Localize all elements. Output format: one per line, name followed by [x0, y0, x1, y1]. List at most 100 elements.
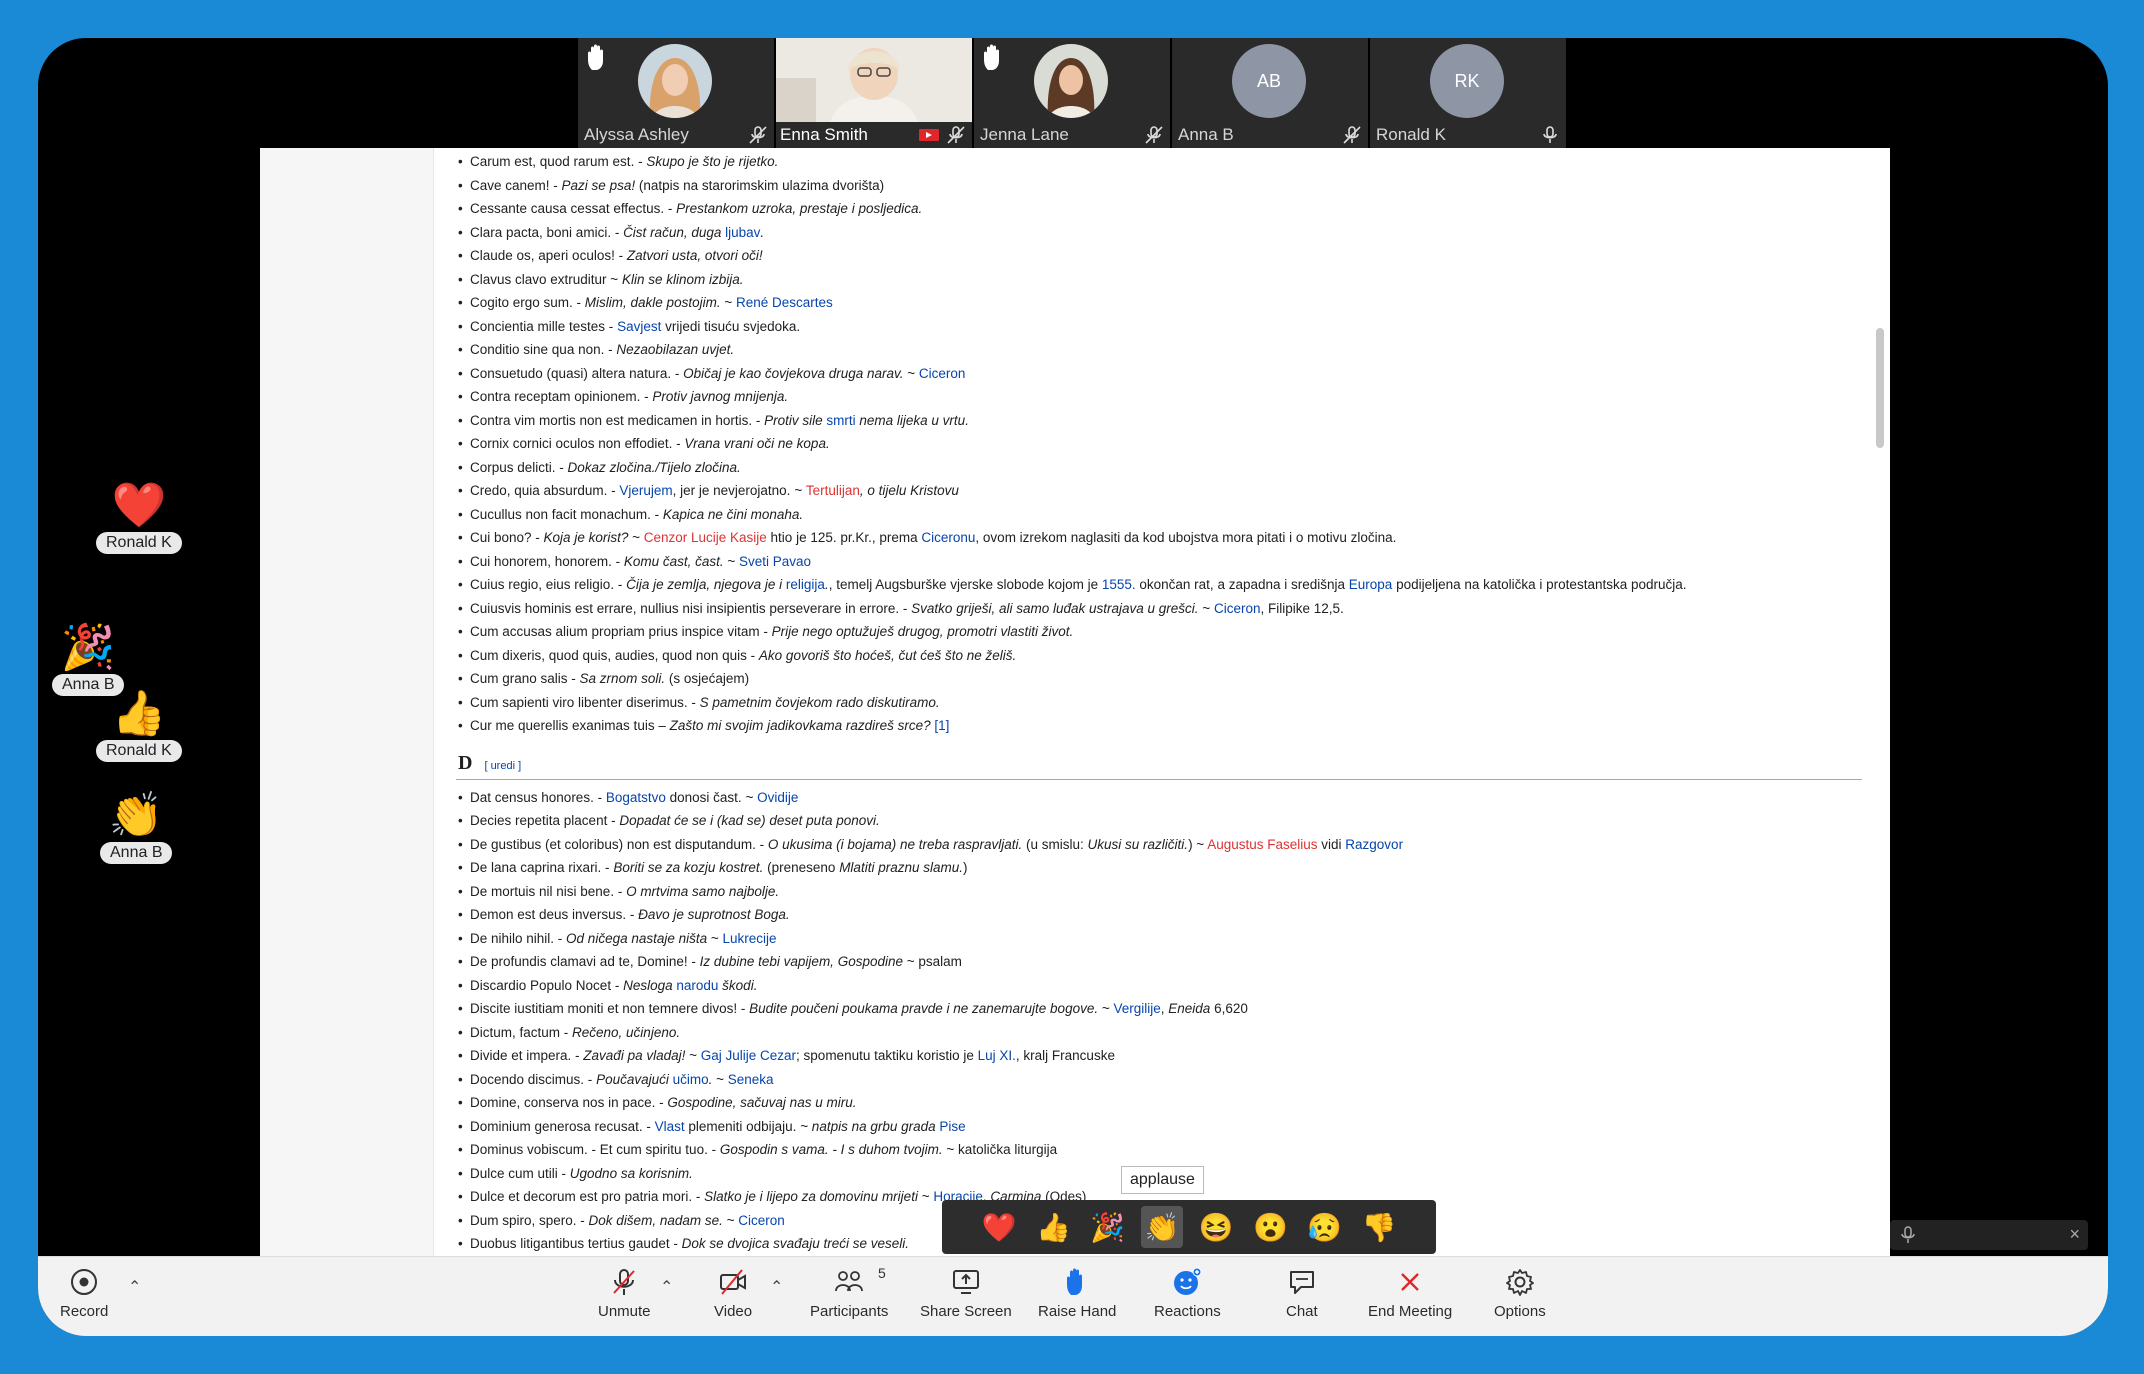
edit-link[interactable]: [ uredi ] [484, 760, 521, 772]
wiki-link[interactable]: Seneka [728, 1072, 774, 1087]
clapping-hands-icon[interactable]: 👏 [1140, 1206, 1183, 1248]
participant-tile-alyssa[interactable]: Alyssa Ashley [578, 38, 774, 148]
quote-item: Cum sapienti viro libenter diserimus. - … [456, 691, 1862, 715]
wiki-link[interactable]: Pise [939, 1119, 965, 1134]
wiki-link[interactable]: Gaj Julije Cezar [701, 1048, 796, 1063]
wiki-link[interactable]: Luj XI. [978, 1048, 1016, 1063]
wiki-link[interactable]: Ciceronu [921, 530, 975, 545]
wiki-redlink[interactable]: Augustus Faselius [1207, 837, 1317, 852]
quote-text: ~ [628, 530, 644, 545]
quote-text: ~ natpis na grbu grada [796, 1118, 940, 1134]
quote-text: ~ [1198, 600, 1214, 616]
participants-button[interactable]: Participants [810, 1267, 888, 1320]
wiki-redlink[interactable]: Cenzor Lucije Kasije [644, 530, 767, 545]
quote-text: ~ [917, 1189, 934, 1204]
wiki-link[interactable]: narodu [676, 978, 718, 993]
raised-hand-icon [984, 44, 999, 70]
wiki-link[interactable]: Razgovor [1345, 837, 1403, 852]
quote-text: vidi [1317, 836, 1346, 852]
quote-item: Carum est, quod rarum est. - Skupo je št… [456, 150, 1862, 174]
participant-tile-ronald[interactable]: RK Ronald K [1370, 38, 1566, 148]
share-screen-label: Share Screen [920, 1303, 1012, 1320]
chevron-up-icon[interactable]: ⌃ [128, 1277, 141, 1297]
quote-text: Dum spiro, spero. - [470, 1212, 589, 1228]
surprised-face-icon[interactable]: 😮 [1249, 1206, 1291, 1248]
quote-text: Cornix cornici oculos non effodiet. - [470, 436, 685, 451]
wiki-link[interactable]: Lukrecije [723, 931, 777, 946]
raise-hand-button[interactable]: Raise Hand [1038, 1267, 1116, 1320]
quote-text: Ako govoriš što hoćeš, čut ćeš što ne že… [758, 647, 1017, 663]
wiki-link[interactable]: Vlast [655, 1119, 685, 1134]
quote-item: Corpus delicti. - Dokaz zločina./Tijelo … [456, 456, 1862, 480]
wiki-link[interactable]: Bogatstvo [606, 790, 666, 805]
participant-tile-enna[interactable]: Enna Smith [776, 38, 972, 148]
wiki-link[interactable]: Vjerujem [619, 483, 672, 498]
quote-item: Clara pacta, boni amici. - Čist račun, d… [456, 221, 1862, 245]
quote-item: Cui honorem, honorem. - Komu čast, čast.… [456, 550, 1862, 574]
wiki-link[interactable]: [1] [931, 718, 949, 733]
wiki-link[interactable]: smrti [826, 413, 855, 428]
wiki-link[interactable]: René Descartes [736, 295, 833, 310]
wiki-link[interactable]: religija [786, 577, 825, 592]
laughing-face-icon[interactable]: 😆 [1195, 1206, 1237, 1248]
wiki-link[interactable]: Ovidije [757, 790, 798, 805]
quote-text: Cur me querellis exanimas tuis – [470, 718, 670, 733]
heart-icon[interactable]: ❤️ [978, 1206, 1020, 1248]
reactions-label: Reactions [1154, 1303, 1221, 1320]
chevron-up-icon[interactable]: ⌃ [660, 1277, 673, 1297]
record-button[interactable]: Record [60, 1267, 108, 1320]
quote-text: Zašto mi svojim jadikovkama razdireš src… [669, 718, 931, 733]
quote-item: Credo, quia absurdum. - Vjerujem, jer je… [456, 479, 1862, 503]
wiki-link[interactable]: Vergilije [1113, 1001, 1160, 1016]
quote-text: Eneida [1168, 1001, 1211, 1016]
party-popper-icon[interactable]: 🎉 [1087, 1206, 1129, 1248]
mic-icon[interactable] [1900, 1226, 1916, 1244]
quote-text: S pametnim čovjekom rado diskutiramo. [699, 694, 940, 710]
meeting-toolbar: Record ⌃ Unmute ⌃ Video ⌃ Participants 5… [38, 1256, 2108, 1336]
quote-text: Mislim, dakle postojim. [584, 295, 721, 310]
thumbs-down-icon[interactable]: 👎 [1358, 1206, 1400, 1248]
video-button[interactable]: Video [714, 1267, 752, 1320]
quote-item: Divide et impera. - Zavađi pa vladaj! ~ … [456, 1044, 1862, 1068]
wiki-link[interactable]: 1555. [1102, 577, 1136, 592]
participant-initials: AB [1232, 44, 1306, 118]
chat-button[interactable]: Chat [1286, 1267, 1318, 1320]
quote-text: Concientia mille testes - [470, 318, 618, 334]
wiki-link[interactable]: Savjest [617, 319, 661, 334]
scrollbar[interactable] [1876, 328, 1884, 448]
screen-share-icon [919, 129, 939, 141]
participant-tile-jenna[interactable]: Jenna Lane [974, 38, 1170, 148]
reactions-button[interactable]: Reactions [1154, 1267, 1221, 1320]
wiki-link[interactable]: Ciceron [738, 1213, 785, 1228]
wiki-link[interactable]: ljubav [725, 225, 760, 240]
quote-text: Gospodine, sačuvaj nas u miru. [667, 1095, 857, 1110]
close-icon[interactable]: × [2069, 1224, 2080, 1245]
quote-text: Divide et impera. - [470, 1048, 584, 1063]
quote-item: Decies repetita placent - Dopadat će se … [456, 809, 1862, 833]
wiki-link[interactable]: učimo [673, 1072, 709, 1087]
quote-text: Komu čast, čast. [623, 553, 724, 569]
chat-label: Chat [1286, 1303, 1318, 1320]
quote-text: ~ [707, 930, 723, 946]
unmute-button[interactable]: Unmute [598, 1267, 651, 1320]
quote-item: Cur me querellis exanimas tuis – Zašto m… [456, 714, 1862, 738]
end-meeting-button[interactable]: End Meeting [1368, 1267, 1452, 1320]
wiki-redlink[interactable]: Tertulijan [806, 483, 860, 498]
quote-text: Clavus clavo extruditur ~ [470, 271, 622, 287]
thumbs-up-icon[interactable]: 👍 [1032, 1206, 1074, 1248]
quote-text: , jer je nevjerojatno. [672, 483, 791, 498]
quote-text: ) ~ [1188, 836, 1208, 852]
options-button[interactable]: Options [1494, 1267, 1546, 1320]
share-screen-button[interactable]: Share Screen [920, 1267, 1012, 1320]
wiki-link[interactable]: Europa [1349, 577, 1393, 592]
sad-face-icon[interactable]: 😥 [1304, 1206, 1346, 1248]
wiki-link[interactable]: Sveti Pavao [739, 554, 811, 569]
wiki-link[interactable]: Ciceron [919, 366, 966, 381]
chevron-up-icon[interactable]: ⌃ [770, 1277, 783, 1297]
quote-text: nema lijeka u vrtu. [855, 412, 969, 428]
video-off-icon [720, 1269, 747, 1295]
participant-avatar [1034, 44, 1108, 118]
participant-tile-anna[interactable]: AB Anna B [1172, 38, 1368, 148]
wiki-link[interactable]: Ciceron [1214, 601, 1261, 616]
participants-label: Participants [810, 1303, 889, 1320]
